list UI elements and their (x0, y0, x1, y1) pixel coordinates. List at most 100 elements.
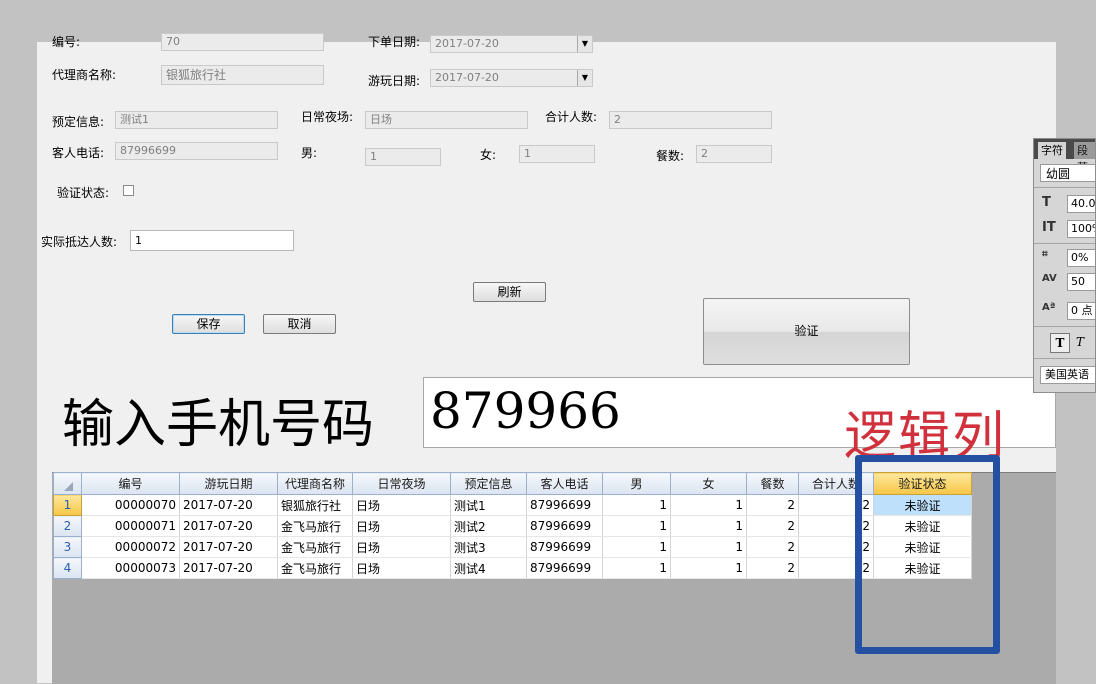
table-cell[interactable]: 测试1 (450, 494, 527, 516)
select-all-corner[interactable] (53, 472, 82, 495)
day-night-field[interactable]: 日场 (365, 111, 528, 129)
chevron-down-icon: ▼ (577, 36, 592, 52)
tracking-ratio-field[interactable]: 0% (1067, 249, 1095, 267)
column-header[interactable]: 男 (602, 472, 671, 495)
vertical-scale-icon: IT (1042, 220, 1056, 235)
column-header[interactable]: 编号 (81, 472, 180, 495)
tab-paragraph[interactable]: 段落 (1074, 142, 1095, 174)
booking-info-field[interactable]: 测试1 (115, 111, 278, 129)
table-cell[interactable]: 00000070 (81, 494, 180, 516)
depart-date-value: 2017-07-20 (435, 37, 499, 50)
baseline-field[interactable]: 0 点 (1067, 302, 1095, 320)
chevron-down-icon: ▼ (577, 70, 592, 86)
column-header[interactable]: 日常夜场 (352, 472, 451, 495)
table-cell[interactable]: 2017-07-20 (179, 515, 278, 537)
table-cell[interactable]: 2 (746, 536, 799, 558)
row-header[interactable]: 4 (53, 557, 82, 579)
label-booking-info: 预定信息: (52, 115, 105, 129)
label-day-night: 日常夜场: (301, 110, 354, 124)
table-row[interactable]: 1 00000070 2017-07-20 银狐旅行社 日场 测试1 87996699 1 1 2… (53, 494, 972, 516)
actual-arrivals-field[interactable]: 1 (130, 230, 294, 251)
guest-phone-field[interactable]: 87996699 (115, 142, 278, 160)
table-cell[interactable]: 00000073 (81, 557, 180, 579)
save-button[interactable]: 保存 (172, 314, 245, 334)
label-female: 女: (480, 148, 497, 162)
row-header[interactable]: 2 (53, 515, 82, 537)
table-cell[interactable]: 金飞马旅行 (277, 536, 353, 558)
column-header[interactable]: 客人电话 (526, 472, 603, 495)
label-verify-status: 验证状态: (57, 186, 110, 200)
table-cell[interactable]: 1 (602, 515, 671, 537)
verify-button[interactable]: 验证 (703, 298, 910, 365)
table-cell[interactable]: 2017-07-20 (179, 536, 278, 558)
row-header[interactable]: 3 (53, 536, 82, 558)
divider (1034, 326, 1095, 327)
table-cell[interactable]: 1 (602, 494, 671, 516)
table-cell[interactable]: 日场 (352, 557, 451, 579)
table-cell[interactable]: 1 (602, 536, 671, 558)
bold-t-icon[interactable]: T (1050, 333, 1070, 353)
table-cell[interactable]: 87996699 (526, 494, 603, 516)
phone-input-value: 879966 (430, 382, 621, 440)
table-cell[interactable]: 测试2 (450, 515, 527, 537)
verify-status-checkbox[interactable] (123, 185, 134, 196)
table-cell[interactable]: 00000071 (81, 515, 180, 537)
column-header[interactable]: 代理商名称 (277, 472, 353, 495)
table-cell[interactable]: 日场 (352, 515, 451, 537)
table-cell[interactable]: 2 (746, 515, 799, 537)
table-cell[interactable]: 2017-07-20 (179, 494, 278, 516)
font-family-select[interactable]: 幼圆 (1040, 164, 1095, 182)
agent-name-field[interactable]: 银狐旅行社 (161, 65, 324, 85)
table-cell[interactable]: 金飞马旅行 (277, 515, 353, 537)
column-header[interactable]: 游玩日期 (179, 472, 278, 495)
table-cell[interactable]: 测试3 (450, 536, 527, 558)
male-field[interactable]: 1 (365, 148, 441, 166)
table-cell[interactable]: 1 (670, 515, 747, 537)
meals-field[interactable]: 2 (696, 145, 772, 163)
table-row[interactable]: 4 00000073 2017-07-20 金飞马旅行 日场 测试4 87996699 1 1 2… (53, 557, 972, 579)
italic-t-icon[interactable]: T (1071, 333, 1089, 351)
table-cell[interactable]: 日场 (352, 536, 451, 558)
table-cell[interactable]: 金飞马旅行 (277, 557, 353, 579)
panel-tabs: 字符 段落 (1034, 139, 1095, 174)
id-field[interactable]: 70 (161, 33, 324, 51)
grid-header-row: 编号 游玩日期 代理商名称 日常夜场 预定信息 客人电话 男 女 餐数 合计人数… (53, 472, 972, 495)
depart-date-select[interactable]: 2017-07-20 ▼ (430, 35, 593, 53)
table-cell[interactable]: 00000072 (81, 536, 180, 558)
table-cell[interactable]: 测试4 (450, 557, 527, 579)
character-panel: 字符 段落 幼圆 T 40.07 IT 100% ⌗ 0% AV 50 Aª 0… (1033, 138, 1096, 393)
total-people-field[interactable]: 2 (609, 111, 772, 129)
row-header[interactable]: 1 (53, 494, 82, 516)
table-cell[interactable]: 银狐旅行社 (277, 494, 353, 516)
table-cell[interactable]: 87996699 (526, 557, 603, 579)
column-header[interactable]: 餐数 (746, 472, 799, 495)
cancel-button[interactable]: 取消 (263, 314, 336, 334)
tracking-ratio-icon: ⌗ (1042, 249, 1048, 260)
column-header[interactable]: 预定信息 (450, 472, 527, 495)
table-cell[interactable]: 2 (746, 494, 799, 516)
table-cell[interactable]: 87996699 (526, 515, 603, 537)
font-size-field[interactable]: 40.07 (1067, 195, 1095, 213)
female-field[interactable]: 1 (519, 145, 595, 163)
phone-input-label: 输入手机号码 (62, 395, 375, 455)
label-agent-name: 代理商名称: (52, 68, 117, 82)
divider (1034, 243, 1095, 244)
tracking-field[interactable]: 50 (1067, 273, 1095, 291)
table-cell[interactable]: 2 (746, 557, 799, 579)
table-cell[interactable]: 2017-07-20 (179, 557, 278, 579)
tab-character[interactable]: 字符 (1038, 142, 1066, 159)
table-row[interactable]: 3 00000072 2017-07-20 金飞马旅行 日场 测试3 87996699 1 1 2… (53, 536, 972, 558)
column-header[interactable]: 女 (670, 472, 747, 495)
play-date-select[interactable]: 2017-07-20 ▼ (430, 69, 593, 87)
table-row[interactable]: 2 00000071 2017-07-20 金飞马旅行 日场 测试2 87996699 1 1 2… (53, 515, 972, 537)
refresh-button[interactable]: 刷新 (473, 282, 546, 302)
language-select[interactable]: 美国英语 (1040, 366, 1095, 384)
table-cell[interactable]: 日场 (352, 494, 451, 516)
table-cell[interactable]: 1 (670, 557, 747, 579)
table-cell[interactable]: 87996699 (526, 536, 603, 558)
vertical-scale-field[interactable]: 100% (1067, 220, 1095, 238)
table-cell[interactable]: 1 (670, 494, 747, 516)
annotation-box (855, 455, 1000, 654)
table-cell[interactable]: 1 (670, 536, 747, 558)
table-cell[interactable]: 1 (602, 557, 671, 579)
